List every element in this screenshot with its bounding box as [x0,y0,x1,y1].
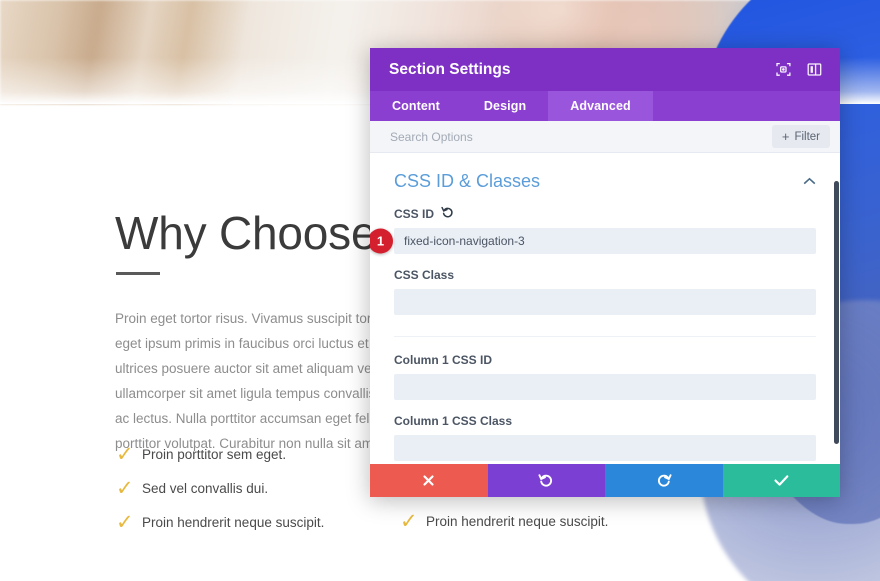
search-bar: + Filter [370,121,840,153]
tab-advanced[interactable]: Advanced [548,91,653,121]
column-1-css-id-input[interactable] [394,374,816,400]
field-label-text: CSS ID [394,206,435,221]
modal-header-icons [774,60,824,79]
list-item-label: Proin hendrerit neque suscipit. [142,514,325,530]
modal-tabs: Content Design Advanced [370,91,840,121]
field-label: CSS Class [394,268,816,282]
title-divider [116,272,160,275]
screen-fit-icon[interactable] [774,60,793,79]
check-icon: ✓ [116,442,134,466]
section-title: CSS ID & Classes [394,171,541,191]
search-input[interactable] [370,129,772,144]
field-css-id: CSS ID 1 [370,206,816,254]
modal-header: Section Settings [370,48,840,91]
css-class-input[interactable] [394,289,816,315]
close-x-icon [421,473,436,488]
css-id-input[interactable] [394,228,816,254]
modal-body: CSS ID & Classes CSS ID 1 fixed-icon-nav… [370,153,840,464]
save-button[interactable] [722,464,840,497]
list-item-label: Proin hendrerit neque suscipit. [426,513,609,529]
vertical-scrollbar[interactable] [834,153,840,464]
checklist-right: ✓ Proin hendrerit neque suscipit. [400,504,700,538]
section-css-id-classes-header[interactable]: CSS ID & Classes [394,171,816,206]
options-panel: CSS ID & Classes CSS ID 1 fixed-icon-nav… [370,153,840,464]
field-column-1-css-class: Column 1 CSS Class [394,414,816,461]
list-item: ✓ Proin hendrerit neque suscipit. [116,505,416,539]
section-settings-modal: Section Settings Content Design Advanced… [370,48,840,497]
field-css-class: CSS Class [394,268,816,315]
column-1-css-class-input[interactable] [394,435,816,461]
list-item-label: Sed vel convallis dui. [142,480,269,496]
field-label-text: CSS Class [394,268,455,282]
tab-content[interactable]: Content [370,91,462,121]
layout-columns-icon[interactable] [805,60,824,79]
tab-design[interactable]: Design [462,91,548,121]
step-badge-1: 1 [370,228,393,254]
field-divider [394,329,816,337]
field-label: Column 1 CSS Class [394,414,816,428]
field-column-1-css-id: Column 1 CSS ID [394,353,816,400]
filter-button[interactable]: + Filter [771,125,830,148]
check-icon: ✓ [400,509,418,533]
redo-icon [656,473,672,489]
field-label: CSS ID [394,206,816,221]
modal-title: Section Settings [389,60,511,78]
filter-button-label: Filter [794,130,820,143]
cancel-button[interactable] [370,464,488,497]
undo-button[interactable] [487,464,605,497]
undo-icon [538,473,554,489]
modal-footer [370,464,840,497]
list-item-label: Proin porttitor sem eget. [142,446,287,462]
redo-button[interactable] [605,464,723,497]
check-icon: ✓ [116,476,134,500]
checkmark-icon [773,473,790,488]
chevron-up-icon[interactable] [803,175,816,188]
check-icon: ✓ [116,510,134,534]
list-item: ✓ Proin hendrerit neque suscipit. [400,504,700,538]
screen: Why Choose Us Proin eget tortor risus. V… [0,0,880,581]
field-label: Column 1 CSS ID [394,353,816,367]
reset-undo-icon[interactable] [441,206,454,221]
scrollbar-thumb[interactable] [834,181,839,444]
plus-icon: + [781,129,790,144]
field-label-text: Column 1 CSS Class [394,414,513,428]
field-label-text: Column 1 CSS ID [394,353,493,367]
